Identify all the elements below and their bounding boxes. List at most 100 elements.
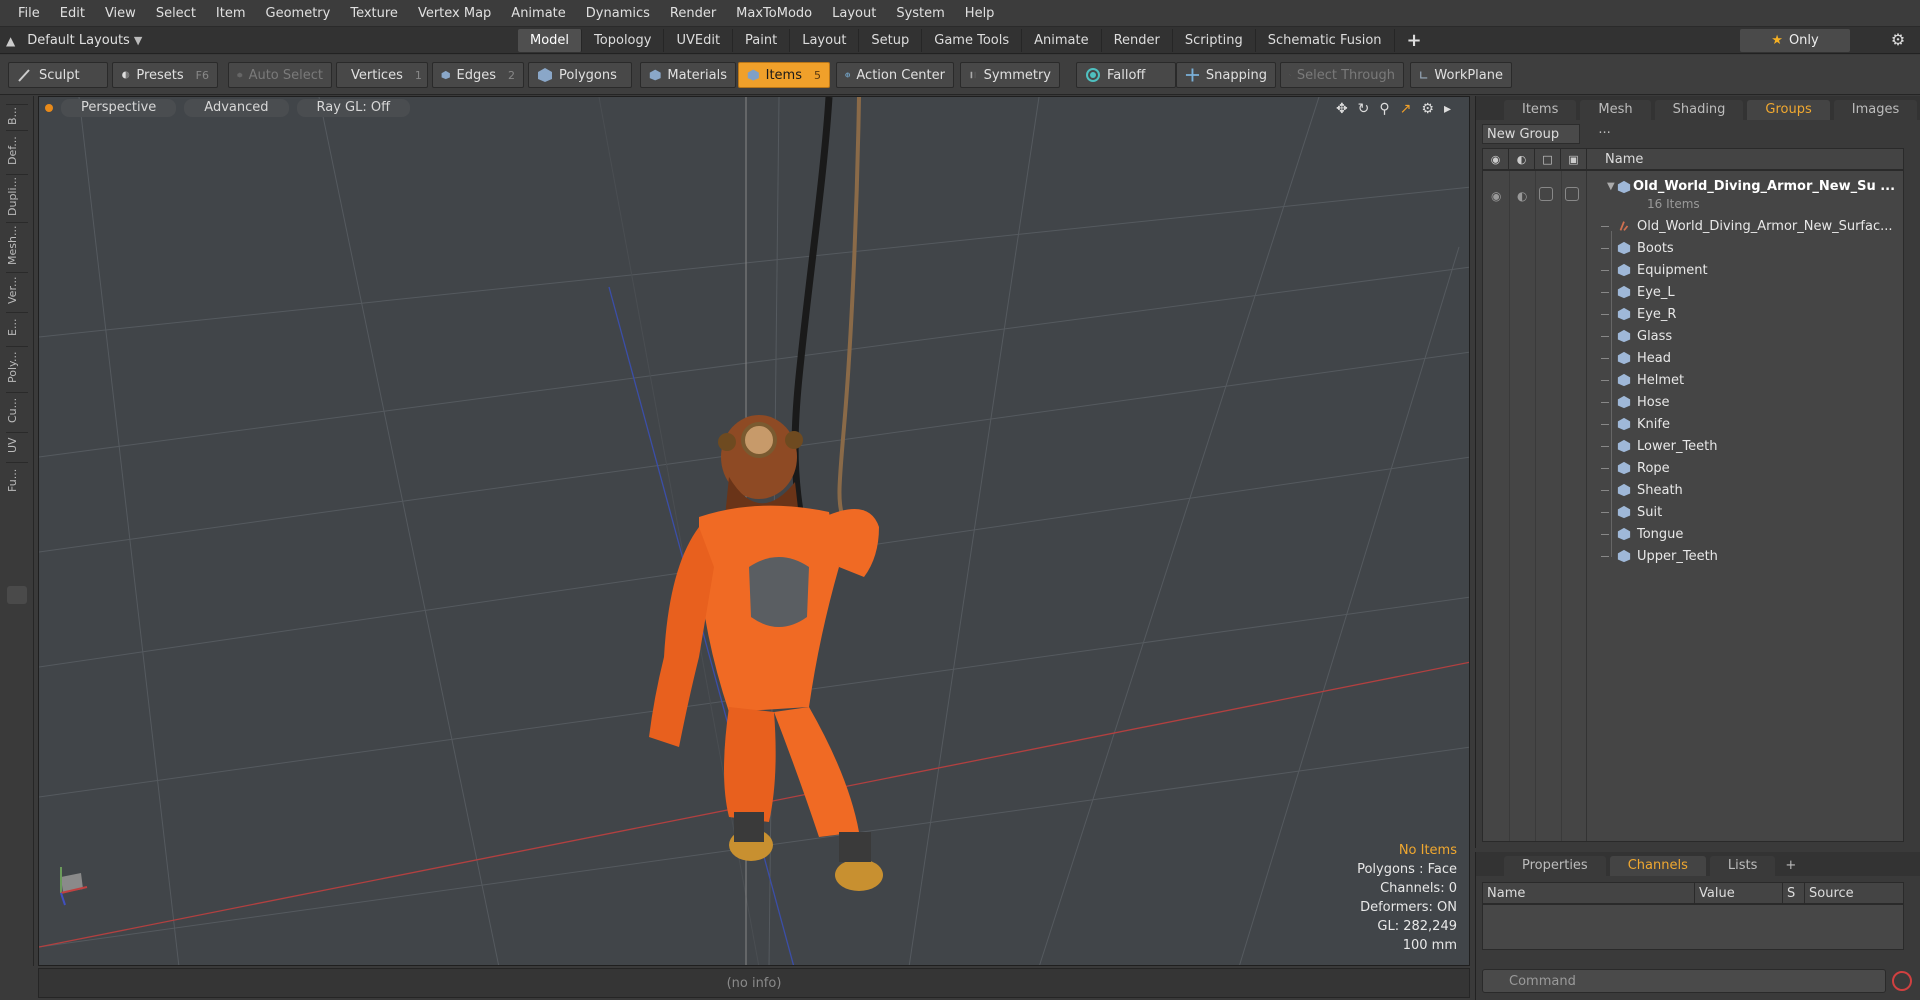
collapse-icon[interactable]: ▼ <box>1607 181 1615 192</box>
maximize-icon[interactable]: ↗ <box>1400 101 1412 117</box>
render-column-icon[interactable]: ◐ <box>1509 148 1535 170</box>
left-tab-basic[interactable]: B... <box>6 104 28 126</box>
add-tab-button[interactable]: + <box>1395 29 1434 52</box>
move-icon[interactable]: ✥ <box>1336 101 1348 117</box>
tab-uvedit[interactable]: UVEdit <box>664 29 734 52</box>
tab-properties[interactable]: Properties <box>1504 856 1606 876</box>
tab-paint[interactable]: Paint <box>733 29 791 52</box>
tab-channels[interactable]: Channels <box>1609 856 1706 876</box>
menu-item[interactable]: Item <box>206 0 256 27</box>
tab-setup[interactable]: Setup <box>859 29 923 52</box>
play-arrow-icon[interactable]: ▸ <box>1444 101 1451 117</box>
chevron-down-icon: ▼ <box>133 34 143 47</box>
list-item[interactable]: Eye_R <box>1601 303 1676 325</box>
menu-view[interactable]: View <box>95 0 146 27</box>
rotate-icon[interactable]: ↻ <box>1358 101 1370 117</box>
tab-model[interactable]: Model <box>518 29 583 52</box>
add-bottom-tab-button[interactable]: + <box>1779 856 1802 876</box>
advanced-shading-dropdown[interactable]: Advanced <box>184 99 289 117</box>
list-item[interactable]: Eye_L <box>1601 281 1675 303</box>
menu-dynamics[interactable]: Dynamics <box>576 0 660 27</box>
list-item[interactable]: Upper_Teeth <box>1601 545 1718 567</box>
view-mode-dropdown[interactable]: Perspective <box>61 99 177 117</box>
menu-vertex-map[interactable]: Vertex Map <box>408 0 501 27</box>
list-item[interactable]: Old_World_Diving_Armor_New_Surfac... <box>1601 215 1893 237</box>
mesh-icon <box>1617 307 1631 321</box>
viewport-menu-dot[interactable] <box>45 104 53 112</box>
menu-help[interactable]: Help <box>955 0 1005 27</box>
menu-layout[interactable]: Layout <box>822 0 886 27</box>
left-tab-duplicate[interactable]: Dupli... <box>6 174 28 218</box>
select-column-icon[interactable]: ▣ <box>1561 148 1587 170</box>
tab-lists[interactable]: Lists <box>1709 856 1776 876</box>
menu-edit[interactable]: Edit <box>50 0 95 27</box>
left-tab-curve[interactable]: Cu... <box>6 392 28 428</box>
tab-schematic-fusion[interactable]: Schematic Fusion <box>1256 29 1395 52</box>
menu-animate[interactable]: Animate <box>501 0 575 27</box>
left-tab-uv[interactable]: UV <box>6 432 28 458</box>
left-tab-deform[interactable]: Def... <box>6 130 28 170</box>
tab-mesh[interactable]: Mesh ... <box>1580 100 1651 137</box>
command-input[interactable]: Command <box>1482 969 1886 993</box>
lock-checkbox[interactable] <box>1539 187 1553 201</box>
tab-scripting[interactable]: Scripting <box>1173 29 1256 52</box>
symmetry-button[interactable]: Symmetry <box>960 62 1060 88</box>
tab-render[interactable]: Render <box>1102 29 1173 52</box>
list-item[interactable]: Equipment <box>1601 259 1708 281</box>
group-root-row[interactable]: ◉ ◐ ▼ Old_World_Diving_Armor_New_Su ... … <box>1483 177 1903 213</box>
falloff-button[interactable]: Falloff <box>1076 62 1176 88</box>
gear-icon[interactable]: ⚙ <box>1421 101 1434 117</box>
tab-animate[interactable]: Animate <box>1022 29 1102 52</box>
record-icon[interactable] <box>1892 971 1912 991</box>
vertices-button[interactable]: Vertices 1 <box>336 62 428 88</box>
left-tab-vertex[interactable]: Ver... <box>6 272 28 308</box>
left-tab-fusion[interactable]: Fu... <box>6 462 28 498</box>
tab-layout[interactable]: Layout <box>790 29 860 52</box>
action-center-button[interactable]: Action Center <box>836 62 954 88</box>
menu-maxtomodo[interactable]: MaxToModo <box>726 0 822 27</box>
raygl-toggle[interactable]: Ray GL: Off <box>296 99 411 117</box>
visibility-column-eye-icon[interactable]: ◉ <box>1483 148 1509 170</box>
zoom-icon[interactable]: ⚲ <box>1379 101 1389 117</box>
left-tab-mesh[interactable]: Mesh... <box>6 222 28 268</box>
list-item[interactable]: Tongue <box>1601 523 1683 545</box>
only-button[interactable]: ★ Only <box>1740 29 1850 52</box>
left-tab-edge[interactable]: E... <box>6 312 28 342</box>
tab-groups[interactable]: Groups <box>1747 100 1830 120</box>
menu-render[interactable]: Render <box>660 0 726 27</box>
tab-game-tools[interactable]: Game Tools <box>922 29 1023 52</box>
materials-button[interactable]: Materials <box>640 62 736 88</box>
list-item[interactable]: Sheath <box>1601 479 1683 501</box>
list-item[interactable]: Lower_Teeth <box>1601 435 1718 457</box>
left-tab-polygon[interactable]: Poly... <box>6 346 28 388</box>
group-icon <box>1617 180 1631 194</box>
snapping-button[interactable]: Snapping <box>1176 62 1276 88</box>
strip-toggle-button[interactable] <box>7 586 27 604</box>
workplane-button[interactable]: WorkPlane <box>1410 62 1512 88</box>
lock-column-icon[interactable]: □ <box>1535 148 1561 170</box>
tab-topology[interactable]: Topology <box>582 29 665 52</box>
edges-button[interactable]: Edges 2 <box>432 62 524 88</box>
presets-button[interactable]: Presets F6 <box>112 62 218 88</box>
menu-texture[interactable]: Texture <box>340 0 408 27</box>
tab-items[interactable]: Items <box>1504 100 1577 120</box>
menu-system[interactable]: System <box>886 0 954 27</box>
menu-select[interactable]: Select <box>146 0 206 27</box>
eye-icon[interactable]: ◉ <box>1491 189 1501 203</box>
3d-viewport[interactable]: Perspective Advanced Ray GL: Off ✥ ↻ ⚲ ↗… <box>38 96 1470 966</box>
polygons-button[interactable]: Polygons <box>528 62 632 88</box>
select-checkbox[interactable] <box>1565 187 1579 201</box>
gear-icon[interactable]: ⚙ <box>1888 30 1908 50</box>
select-through-button[interactable]: Select Through <box>1280 62 1404 88</box>
auto-select-button[interactable]: Auto Select <box>228 62 332 88</box>
layout-selector[interactable]: ▲ Default Layouts ▼ <box>6 27 142 54</box>
new-group-button[interactable]: New Group <box>1482 124 1580 144</box>
list-item[interactable]: Helmet <box>1601 369 1684 391</box>
menu-geometry[interactable]: Geometry <box>256 0 341 27</box>
tab-images[interactable]: Images <box>1833 100 1918 120</box>
tab-shading[interactable]: Shading <box>1654 100 1744 120</box>
items-button[interactable]: Items 5 <box>738 62 830 88</box>
menu-file[interactable]: File <box>8 0 50 27</box>
render-icon[interactable]: ◐ <box>1517 189 1527 203</box>
sculpt-button[interactable]: Sculpt <box>8 62 108 88</box>
